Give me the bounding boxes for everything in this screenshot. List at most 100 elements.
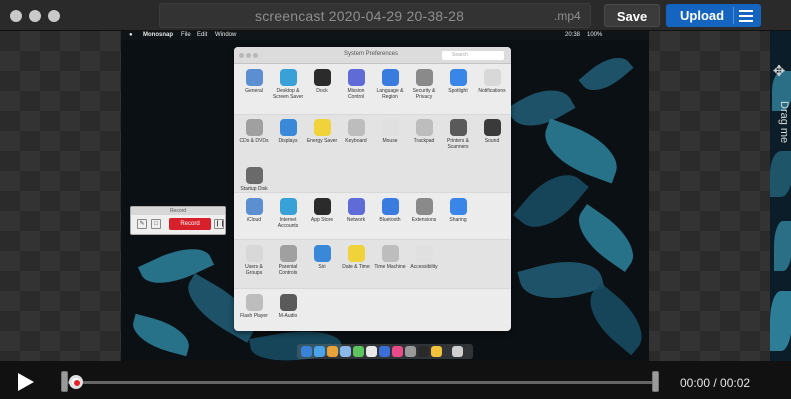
prefs-pane-icloud[interactable]: iCloud	[238, 198, 270, 223]
screencast-frame: ● Monosnap File Edit Window 20:38 100% S…	[121, 31, 649, 361]
mail-icon[interactable]	[379, 346, 390, 357]
prefs-pane-label: App Store	[310, 217, 334, 223]
prefs-pane-energy-saver[interactable]: Energy Saver	[306, 119, 338, 144]
pause-icon[interactable]: ❙❙	[214, 219, 225, 229]
finder-icon[interactable]	[301, 346, 312, 357]
prefs-pane-m-audio[interactable]: M-Audio	[272, 294, 304, 319]
messages-icon[interactable]	[353, 346, 364, 357]
prefs-pane-label: Keyboard	[345, 138, 367, 144]
move-arrows-icon[interactable]: ✥	[771, 64, 787, 80]
menubar-item[interactable]: Window	[215, 31, 236, 40]
prefs-pane-icon	[415, 119, 433, 136]
pen-icon[interactable]: ✎	[137, 219, 147, 229]
prefs-pane-label: Time Machine	[374, 264, 406, 270]
prefs-pane-printers-scanners[interactable]: Printers & Scanners	[442, 119, 474, 150]
prefs-pane-time-machine[interactable]: Time Machine	[374, 245, 406, 270]
prefs-pane-mouse[interactable]: Mouse	[374, 119, 406, 144]
chrome-icon[interactable]	[327, 346, 338, 357]
prefs-pane-mission-control[interactable]: Mission Control	[340, 69, 372, 100]
photos-icon[interactable]	[366, 346, 377, 357]
play-icon[interactable]	[18, 373, 34, 391]
record-button[interactable]: Record	[169, 218, 211, 230]
minimize-window-button[interactable]	[29, 10, 41, 22]
trash-icon[interactable]	[452, 346, 463, 357]
prefs-pane-desktop-screen-saver[interactable]: Desktop & Screen Saver	[272, 69, 304, 100]
mac-menubar: ● Monosnap File Edit Window 20:38 100%	[121, 31, 649, 40]
settings-icon[interactable]	[405, 346, 416, 357]
prefs-pane-label: Dock	[316, 88, 328, 94]
prefs-pane-displays[interactable]: Displays	[272, 119, 304, 144]
menubar-battery: 100%	[587, 32, 603, 38]
prefs-pane-security-privacy[interactable]: Security & Privacy	[408, 69, 440, 100]
prefs-pane-label: Language & Region	[376, 88, 404, 100]
prefs-pane-spotlight[interactable]: Spotlight	[442, 69, 474, 94]
menubar-item[interactable]: File	[181, 31, 191, 40]
prefs-pane-icon	[483, 69, 501, 86]
prefs-pane-app-store[interactable]: App Store	[306, 198, 338, 223]
prefs-pane-icon	[415, 198, 433, 215]
prefs-pane-label: M-Audio	[278, 313, 298, 319]
prefs-pane-icon	[449, 69, 467, 86]
prefs-titlebar: System Preferences Search	[234, 47, 511, 64]
app-window: screencast 2020-04-29 20-38-28 .mp4 Save…	[0, 0, 791, 399]
prefs-pane-icon	[279, 69, 297, 86]
prefs-pane-internet-accounts[interactable]: Internet Accounts	[272, 198, 304, 229]
prefs-pane-icon	[449, 198, 467, 215]
prefs-pane-cds-dvds[interactable]: CDs & DVDs	[238, 119, 270, 144]
menubar-app-name: Monosnap	[143, 32, 173, 38]
prefs-pane-trackpad[interactable]: Trackpad	[408, 119, 440, 144]
prefs-pane-extensions[interactable]: Extensions	[408, 198, 440, 223]
prefs-pane-label: Parental Controls	[278, 264, 298, 276]
playhead[interactable]	[69, 375, 83, 389]
apple-icon: ●	[129, 32, 133, 38]
launchpad-icon[interactable]	[314, 346, 325, 357]
trim-start-handle[interactable]	[61, 371, 68, 392]
upload-divider	[733, 7, 734, 24]
frame-icon[interactable]: □	[151, 219, 161, 229]
prefs-pane-label: Internet Accounts	[277, 217, 299, 229]
prefs-pane-general[interactable]: General	[238, 69, 270, 94]
prefs-pane-dock[interactable]: Dock	[306, 69, 338, 94]
prefs-pane-sharing[interactable]: Sharing	[442, 198, 474, 223]
safari-icon[interactable]	[340, 346, 351, 357]
prefs-search-input[interactable]: Search	[442, 51, 504, 60]
upload-button[interactable]: Upload	[666, 4, 761, 27]
prefs-pane-label: CDs & DVDs	[239, 138, 269, 144]
prefs-pane-accessibility[interactable]: Accessibility	[408, 245, 440, 270]
prefs-pane-startup-disk[interactable]: Startup Disk	[238, 167, 270, 192]
dock	[297, 344, 473, 359]
save-button[interactable]: Save	[604, 4, 660, 27]
prefs-pane-bluetooth[interactable]: Bluetooth	[374, 198, 406, 223]
prefs-pane-flash-player[interactable]: Flash Player	[238, 294, 270, 319]
record-widget: Record ✎ □ Record ❙❙	[130, 206, 226, 235]
menu-icon[interactable]	[739, 10, 753, 22]
filename-input[interactable]: screencast 2020-04-29 20-38-28	[255, 8, 464, 24]
drag-me-label[interactable]: Drag me	[768, 92, 790, 152]
prefs-pane-label: Mouse	[382, 138, 398, 144]
prefs-pane-notifications[interactable]: Notifications	[476, 69, 508, 94]
close-window-button[interactable]	[10, 10, 22, 22]
system-preferences-window: System Preferences Search General Desktop…	[234, 47, 511, 331]
trim-end-handle[interactable]	[652, 371, 659, 392]
drag-strip[interactable]	[770, 31, 791, 361]
prefs-pane-icon	[245, 167, 263, 184]
prefs-pane-siri[interactable]: Siri	[306, 245, 338, 270]
timeline-track[interactable]	[66, 381, 656, 384]
menubar-clock: 20:38	[565, 32, 581, 38]
prefs-pane-icon	[245, 245, 263, 262]
music-icon[interactable]	[392, 346, 403, 357]
terminal-icon[interactable]	[418, 346, 429, 357]
prefs-pane-language-region[interactable]: Language & Region	[374, 69, 406, 100]
zoom-window-button[interactable]	[48, 10, 60, 22]
prefs-pane-parental-controls[interactable]: Parental Controls	[272, 245, 304, 276]
prefs-pane-users-groups[interactable]: Users & Groups	[238, 245, 270, 276]
prefs-pane-network[interactable]: Network	[340, 198, 372, 223]
prefs-pane-sound[interactable]: Sound	[476, 119, 508, 144]
prefs-pane-label: iCloud	[246, 217, 262, 223]
prefs-pane-label: Siri	[318, 264, 326, 270]
prefs-pane-keyboard[interactable]: Keyboard	[340, 119, 372, 144]
prefs-pane-date-time[interactable]: Date & Time	[340, 245, 372, 270]
menubar-item[interactable]: Edit	[197, 31, 207, 40]
flash-icon[interactable]	[431, 346, 442, 357]
prefs-pane-icon	[381, 69, 399, 86]
